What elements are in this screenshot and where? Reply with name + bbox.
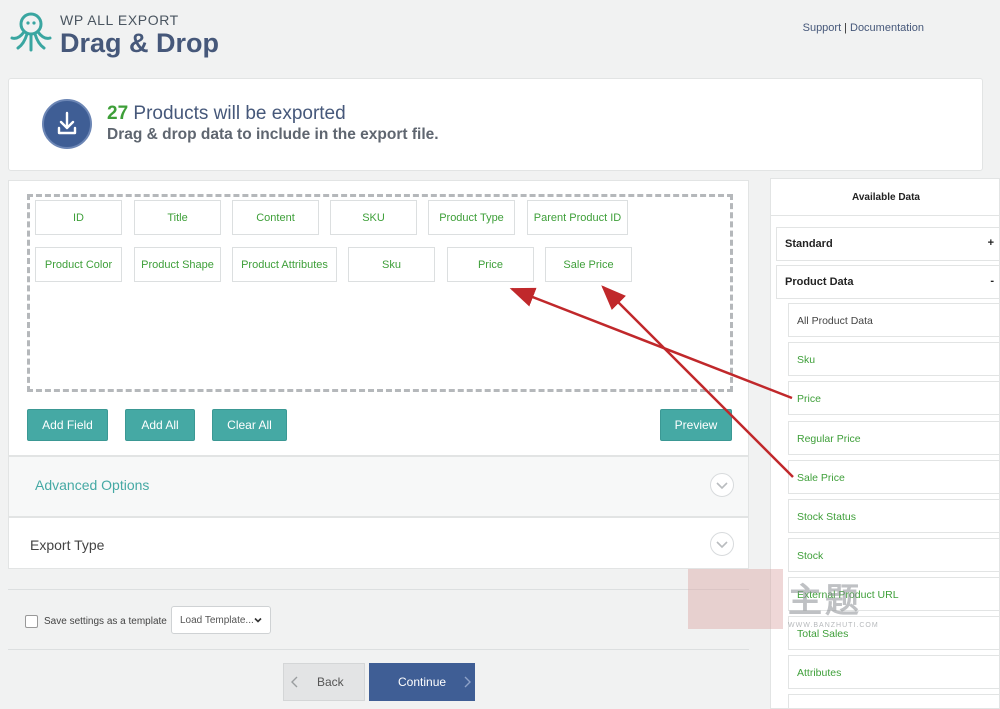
continue-button-label: Continue [398,675,447,689]
export-type-title: Export Type [30,537,105,553]
standard-section-label: Standard [785,238,833,250]
available-data-panel: Available Data Standard + Product Data -… [770,178,1000,709]
field-id[interactable]: ID [35,200,122,235]
advanced-options-section[interactable]: Advanced Options [8,456,749,517]
export-count-title: 27 Products will be exported [107,103,346,125]
add-all-button[interactable]: Add All [125,409,195,441]
field-title[interactable]: Title [134,200,221,235]
watermark-stamp [688,569,783,629]
save-template-label: Save settings as a template [44,616,167,627]
load-template-select[interactable]: Load Template... [171,606,271,634]
standard-section[interactable]: Standard + [776,227,999,261]
data-item-external-product-url[interactable]: External Product URL [788,577,999,611]
clear-all-button[interactable]: Clear All [212,409,287,441]
back-button-label: Back [317,675,344,689]
chevron-down-icon[interactable] [710,473,734,497]
support-link[interactable]: Support [803,22,842,34]
data-item-total-sales[interactable]: Total Sales [788,616,999,650]
save-template-checkbox[interactable] [25,615,38,628]
data-item-stock[interactable]: Stock [788,538,999,572]
collapse-icon[interactable]: - [990,275,994,287]
back-button[interactable]: Back [283,663,365,701]
product-data-section-label: Product Data [785,276,854,288]
field-product-type[interactable]: Product Type [428,200,515,235]
data-item-all-product-data[interactable]: All Product Data [788,303,999,337]
data-item-sale-price[interactable]: Sale Price [788,460,999,494]
chevron-down-icon [254,617,262,623]
export-summary-banner: 27 Products will be exported Drag & drop… [8,78,983,171]
field-content[interactable]: Content [232,200,319,235]
brand-name: WP ALL EXPORT [60,12,179,28]
page-title: Drag & Drop [60,28,220,58]
download-icon [42,99,92,149]
chevron-left-icon [291,676,298,688]
export-count-text: Products will be exported [128,103,346,124]
data-item-stock-status[interactable]: Stock Status [788,499,999,533]
add-field-button[interactable]: Add Field [27,409,108,441]
divider [8,589,749,590]
load-template-value: Load Template... [180,615,254,626]
continue-button[interactable]: Continue [369,663,475,701]
expand-icon[interactable]: + [988,237,994,249]
field-parent-product-id[interactable]: Parent Product ID [527,200,628,235]
data-item-price[interactable]: Price [788,381,999,415]
link-separator: | [844,22,847,34]
field-sku[interactable]: SKU [330,200,417,235]
available-data-title: Available Data [771,179,999,216]
data-item-regular-price[interactable]: Regular Price [788,421,999,455]
product-data-section[interactable]: Product Data - [776,265,999,299]
field-sale-price[interactable]: Sale Price [545,247,632,282]
field-drop-zone[interactable]: ID Title Content SKU Product Type Parent… [27,194,733,392]
field-price[interactable]: Price [447,247,534,282]
field-product-attributes[interactable]: Product Attributes [232,247,337,282]
export-fields-panel: ID Title Content SKU Product Type Parent… [8,180,749,456]
preview-button[interactable]: Preview [660,409,732,441]
divider [8,649,749,650]
field-sku-2[interactable]: Sku [348,247,435,282]
chevron-right-icon [464,676,472,688]
field-product-color[interactable]: Product Color [35,247,122,282]
data-item-attributes[interactable]: Attributes [788,655,999,689]
chevron-down-icon[interactable] [710,532,734,556]
field-product-shape[interactable]: Product Shape [134,247,221,282]
data-item-sku[interactable]: Sku [788,342,999,376]
top-links: Support | Documentation [803,22,924,34]
export-type-section[interactable]: Export Type [8,517,749,569]
octopus-logo-icon [10,12,52,52]
advanced-options-title: Advanced Options [35,477,150,493]
data-item-partial[interactable] [788,694,999,708]
documentation-link[interactable]: Documentation [850,22,924,34]
export-count: 27 [107,103,129,124]
export-instructions: Drag & drop data to include in the expor… [107,126,439,143]
